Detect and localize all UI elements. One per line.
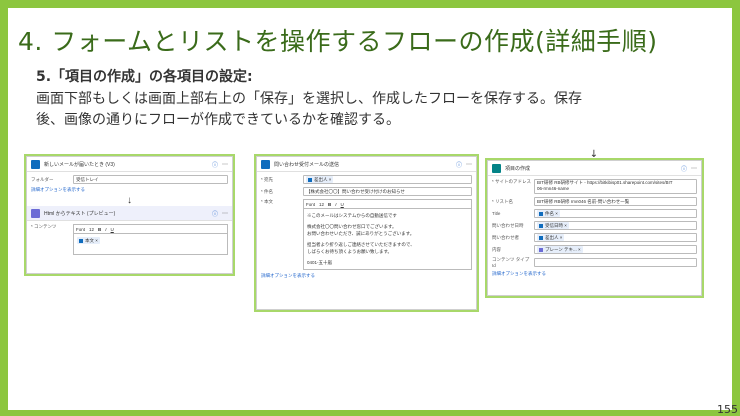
body-line: 担当者より折り返しご連絡させていただきますので、 xyxy=(307,242,415,247)
body-token[interactable]: 本文 × xyxy=(77,237,100,244)
instruction-line-2: 後、画像の通りにフローが作成できているかを確認する。 xyxy=(36,112,400,128)
italic-button[interactable]: I xyxy=(105,227,106,232)
to-label: * 宛先 xyxy=(261,176,274,182)
advanced-options-link[interactable]: 詳細オプションを表示する xyxy=(261,273,472,279)
editor-toolbar[interactable]: Font 12 BIU xyxy=(303,199,472,208)
slide-title: 4. フォームとリストを操作するフローの作成(詳細手順) xyxy=(18,27,658,56)
more-options-icon[interactable]: ⋯ xyxy=(466,161,472,168)
list-name-field[interactable]: BIT研修 RB研修 rmn046 名前-問い合わせ一覧 xyxy=(534,197,697,206)
outlook-icon xyxy=(31,159,40,169)
content-editor[interactable]: 本文 × xyxy=(73,233,228,255)
body-line: 株式会社〇〇問い合わせ窓口でございます。 xyxy=(307,224,397,229)
flow-arrow-icon: ↓ xyxy=(589,149,599,160)
font-size-select[interactable]: 12 xyxy=(319,202,324,207)
help-icon[interactable]: ⓘ xyxy=(456,160,462,169)
content-label: 内容 xyxy=(492,246,501,252)
list-name-label: * リスト名 xyxy=(492,198,514,204)
send-email-title: 問い合わせ受付メールの送信 xyxy=(274,161,340,168)
advanced-options-link[interactable]: 詳細オプションを表示する xyxy=(492,271,697,277)
subject-token[interactable]: 件名 × xyxy=(537,210,560,217)
font-select[interactable]: Font xyxy=(76,227,85,232)
folder-value: 受信トレイ xyxy=(76,177,99,182)
instruction-line-1: 画面下部もしくは画面上部右上の「保存」を選択し、作成したフローを保存する。保存 xyxy=(36,91,582,107)
sharepoint-icon xyxy=(492,163,501,173)
site-address-sub: 06-rmn46-name xyxy=(537,186,570,191)
from-token[interactable]: 差出人 × xyxy=(537,234,565,241)
subject-field[interactable]: 【株式会社〇〇】問い合わせ受け付けのお知らせ xyxy=(303,187,472,196)
plain-text-token-label: プレーン テキ... xyxy=(545,247,577,252)
create-item-title: 項目の作成 xyxy=(505,165,531,172)
outlook-icon xyxy=(261,159,270,169)
underline-button[interactable]: U xyxy=(111,227,114,232)
outlook-token-icon xyxy=(79,238,83,243)
to-token[interactable]: 差出人 × xyxy=(306,176,334,183)
subject-label: * 件名 xyxy=(261,188,274,194)
html-to-text-icon xyxy=(31,208,40,218)
inquiry-date-label: 問い合わせ日時 xyxy=(492,222,524,228)
content-label: * コンテンツ xyxy=(31,224,57,229)
help-icon[interactable]: ⓘ xyxy=(681,164,687,173)
content-field[interactable]: プレーン テキ... × xyxy=(534,245,697,254)
flow-arrow-icon: ↓ xyxy=(127,195,132,206)
from-token-label: 差出人 xyxy=(545,235,559,240)
more-options-icon[interactable]: ⋯ xyxy=(691,165,697,172)
html-card-header[interactable]: Html からテキスト (プレビュー) ⓘ ⋯ xyxy=(27,206,232,221)
instruction-text: 画面下部もしくは画面上部右上の「保存」を選択し、作成したフローを保存する。保存 … xyxy=(36,89,676,131)
body-editor[interactable]: ※このメールはシステムからの自動送信です 株式会社〇〇問い合わせ窓口でございます… xyxy=(303,208,472,270)
font-select[interactable]: Font xyxy=(306,202,315,207)
trigger-card-header[interactable]: 新しいメールが届いたとき (V3) ⓘ ⋯ xyxy=(27,157,232,172)
inquiry-date-field[interactable]: 受信日時 × xyxy=(534,221,697,230)
more-options-icon[interactable]: ⋯ xyxy=(222,161,228,168)
body-line: ※このメールはシステムからの自動送信です xyxy=(307,213,397,218)
editor-toolbar[interactable]: Font 12 BIU xyxy=(73,224,228,233)
site-address-label: * サイトのアドレス xyxy=(492,179,532,184)
title-field[interactable]: 件名 × xyxy=(534,209,697,218)
step-subtitle: 5.「項目の作成」の各項目の設定: xyxy=(36,69,253,85)
screenshot-create-item: 項目の作成 ⓘ ⋯ * サイトのアドレス BIT研修 RB研修サイト - htt… xyxy=(487,160,702,296)
italic-button[interactable]: I xyxy=(335,202,336,207)
content-type-label: コンテンツ タイプ Id xyxy=(492,257,530,268)
to-token-label: 差出人 xyxy=(314,177,328,182)
outlook-token-icon xyxy=(308,177,312,182)
html-token-icon xyxy=(539,247,543,252)
html-card-title: Html からテキスト (プレビュー) xyxy=(44,210,116,217)
folder-field[interactable]: 受信トレイ xyxy=(73,175,228,184)
help-icon[interactable]: ⓘ xyxy=(212,209,218,218)
received-date-token[interactable]: 受信日時 × xyxy=(537,222,569,229)
body-line: お問い合わせいただき、誠にありがとうございます。 xyxy=(307,231,415,236)
body-line: 0401-五十嵐 xyxy=(307,260,333,265)
bold-button[interactable]: B xyxy=(328,202,331,207)
body-line: しばらくお待ち頂くようお願い致します。 xyxy=(307,249,393,254)
plain-text-token[interactable]: プレーン テキ... × xyxy=(537,246,583,253)
inquirer-field[interactable]: 差出人 × xyxy=(534,233,697,242)
outlook-token-icon xyxy=(539,211,543,216)
screenshot-trigger-and-html: 新しいメールが届いたとき (V3) ⓘ ⋯ フォルダー 受信トレイ 詳細オプショ… xyxy=(26,156,233,274)
more-options-icon[interactable]: ⋯ xyxy=(222,210,228,217)
to-field[interactable]: 差出人 × xyxy=(303,175,472,184)
send-email-card-header[interactable]: 問い合わせ受付メールの送信 ⓘ ⋯ xyxy=(257,157,476,172)
folder-label: フォルダー xyxy=(31,176,54,182)
font-size-select[interactable]: 12 xyxy=(89,227,94,232)
trigger-title: 新しいメールが届いたとき (V3) xyxy=(44,161,115,168)
content-type-field[interactable] xyxy=(534,258,697,267)
body-label: * 本文 xyxy=(261,199,274,204)
outlook-token-icon xyxy=(539,223,543,228)
advanced-options-link[interactable]: 詳細オプションを表示する xyxy=(31,187,228,193)
received-date-token-label: 受信日時 xyxy=(545,223,563,228)
outlook-token-icon xyxy=(539,235,543,240)
page-number: 155 xyxy=(717,403,738,416)
site-address-field[interactable]: BIT研修 RB研修サイト - https://bitkibisp01.shar… xyxy=(534,179,697,194)
create-item-card-header[interactable]: 項目の作成 ⓘ ⋯ xyxy=(488,161,701,176)
body-token-label: 本文 xyxy=(85,238,94,243)
bold-button[interactable]: B xyxy=(98,227,101,232)
title-label: Title xyxy=(492,211,501,216)
screenshot-send-email: 問い合わせ受付メールの送信 ⓘ ⋯ * 宛先 差出人 × * 件名 【株式会社〇… xyxy=(256,156,477,310)
help-icon[interactable]: ⓘ xyxy=(212,160,218,169)
underline-button[interactable]: U xyxy=(341,202,344,207)
subject-token-label: 件名 xyxy=(545,211,554,216)
inquirer-label: 問い合わせ者 xyxy=(492,234,519,240)
